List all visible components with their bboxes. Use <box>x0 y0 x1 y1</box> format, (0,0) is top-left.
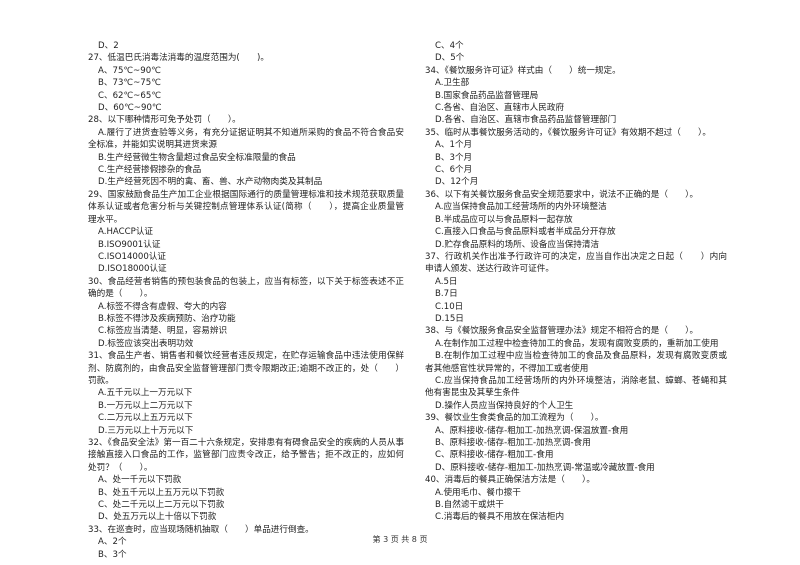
answer-option: A、75℃~90℃ <box>98 65 161 76</box>
answer-option: A、原料接收-储存-粗加工-加热烹调-保温放置-食用 <box>435 425 629 436</box>
answer-option: D.15日 <box>435 313 464 324</box>
right-column: C、4个 D、5个 34、《餐饮服务许可证》样式由（ ）统一规定。 A.卫生部 B.国家… <box>425 40 727 524</box>
answer-option: A、处一千元以下罚款 <box>98 475 182 486</box>
answer-option: C.标签应当清楚、明显，容易辨识 <box>98 326 228 337</box>
answer-option: B.国家食品药品监督管理局 <box>435 90 539 101</box>
answer-option: C.二万元以上五万元以下 <box>98 413 193 424</box>
answer-option: D.ISO18000认证 <box>98 264 167 275</box>
answer-option: D.三万元以上十万元以下 <box>98 425 194 436</box>
answer-option: B、原料接收-储存-粗加工-加热烹调-食用 <box>435 438 591 448</box>
question-text: 37、行政机关作出准予行政许可的决定，应当自作出决定之日起（ ）内向申请人颁发、… <box>425 251 727 275</box>
answer-option: D、原料接收-储存-粗加工-加热烹调-常温或冷藏放置-食用 <box>435 462 655 473</box>
answer-option: B、处五千元以上五万元以下罚款 <box>98 487 225 498</box>
question-text: 38、与《餐饮服务食品安全监督管理办法》规定不相符合的是（ ）。 <box>425 326 699 337</box>
answer-option: D、5个 <box>435 53 465 64</box>
answer-option: C、原料接收-储存-粗加工-食用 <box>435 450 554 461</box>
answer-option: D.标签应该突出表明功效 <box>98 338 194 349</box>
answer-option: D、处五万元以上十倍以下罚款 <box>98 512 217 523</box>
question-text: 35、临时从事餐饮服务活动的，《餐饮服务许可证》有效期不超过（ ）。 <box>425 127 711 138</box>
answer-option: C.消毒后的餐具不用放在保洁柜内 <box>435 512 565 523</box>
answer-option: D.操作人员应当保持良好的个人卫生 <box>435 400 574 411</box>
answer-option: C、6个月 <box>435 165 473 176</box>
answer-option: C.直接入口食品与食品原料或者半成品分开存放 <box>435 227 616 238</box>
answer-option: D、2 <box>98 41 119 51</box>
answer-option: A.5日 <box>435 276 458 287</box>
answer-option: C.ISO14000认证 <box>98 251 167 262</box>
answer-option: C、62℃~65℃ <box>98 90 161 101</box>
answer-option: B.生产经营微生物含量超过食品安全标准限量的食品 <box>98 152 296 163</box>
question-text: 29、国家鼓励食品生产加工企业根据国际通行的质量管理标准和技术规范获取质量体系认… <box>88 189 404 225</box>
answer-option: D.贮存食品原料的场所、设备应当保持清洁 <box>435 239 600 250</box>
question-text: 40、消毒后的餐具正确保洁方法是（ ）。 <box>425 475 595 486</box>
question-text: 30、食品经营者销售的预包装食品的包装上，应当有标签，以下关于标签表述不正确的是… <box>88 276 404 300</box>
answer-option: B、3个月 <box>435 152 473 163</box>
answer-option: A.履行了进货查验等义务，有充分证据证明其不知道所采购的食品不符合食品安全标准，… <box>88 127 404 151</box>
question-text: 31、食品生产者、销售者和餐饮经营者违反规定，在贮存运输食品中违法使用保鲜剂、防… <box>88 351 404 386</box>
answer-option: C、4个 <box>435 41 464 51</box>
answer-option: A、1个月 <box>435 140 473 151</box>
answer-option: B.一万元以上二万元以下 <box>98 400 193 411</box>
answer-option: A.应当保持食品加工经营场所的内外环境整洁 <box>435 202 607 213</box>
answer-option: A.标签不得含有虚假、夸大的内容 <box>98 301 227 312</box>
answer-option: B.标签不得涉及疾病预防、治疗功能 <box>98 313 236 324</box>
page-footer: 第 3 页 共 8 页 <box>372 535 428 544</box>
answer-option: C.生产经营掺假掺杂的食品 <box>98 165 202 176</box>
answer-option: C.各省、自治区、直辖市人民政府 <box>435 103 565 114</box>
question-text: 27、低温巴氏消毒法消毒的温度范围为( )。 <box>88 53 269 64</box>
answer-option: D、60℃~90℃ <box>98 103 162 114</box>
answer-option: B、73℃~75℃ <box>98 78 161 89</box>
answer-option: B.7日 <box>435 289 458 300</box>
answer-option: D.生产经营死因不明的禽、畜、兽、水产动物肉类及其制品 <box>98 177 323 188</box>
question-text: 39、餐饮业生食类食品的加工流程为（ ）。 <box>425 413 604 424</box>
answer-option: A.HACCP认证 <box>98 227 154 238</box>
answer-option: A.五千元以上一万元以下 <box>98 388 193 399</box>
question-text: 36、以下有关餐饮服务食品安全规范要求中，说法不正确的是（ ）。 <box>425 189 699 200</box>
left-column: D、2 27、低温巴氏消毒法消毒的温度范围为( )。 A、75℃~90℃ B、73℃~… <box>88 40 404 561</box>
question-text: 34、《餐饮服务许可证》样式由（ ）统一规定。 <box>425 65 621 76</box>
answer-option: B.自然滤干或烘干 <box>435 500 504 511</box>
answer-option: A.卫生部 <box>435 78 470 89</box>
answer-option: A.使用毛巾、餐巾擦干 <box>435 487 521 498</box>
answer-option: D.各省、自治区、直辖市食品药品监督管理部门 <box>435 115 617 126</box>
answer-option: A.在制作加工过程中检查待加工的食品，发现有腐败变质的，重新加工使用 <box>435 338 719 349</box>
answer-option: B.半成品应可以与食品原料一起存放 <box>435 214 573 225</box>
answer-option: B.在制作加工过程中应当检查待加工的食品及食品原料，发现有腐败变质或者其他感官性… <box>425 351 727 374</box>
answer-option: B、3个 <box>98 549 127 560</box>
answer-option: C.应当保持食品加工经营场所的内外环境整洁，消除老鼠、蟑螂、苍蝇和其他有害昆虫及… <box>425 375 727 399</box>
answer-option: D、12个月 <box>435 177 479 188</box>
answer-option: C、处二千元以上二万元以下罚款 <box>98 500 225 511</box>
answer-option: B.ISO9001认证 <box>98 239 161 250</box>
answer-option: C.10日 <box>435 301 464 312</box>
question-text: 32、《食品安全法》第一百二十六条规定，安排患有有碍食品安全的疾病的人员从事接触… <box>88 438 405 473</box>
question-text: 28、以下哪种情形可免予处罚（ ）。 <box>88 115 241 126</box>
